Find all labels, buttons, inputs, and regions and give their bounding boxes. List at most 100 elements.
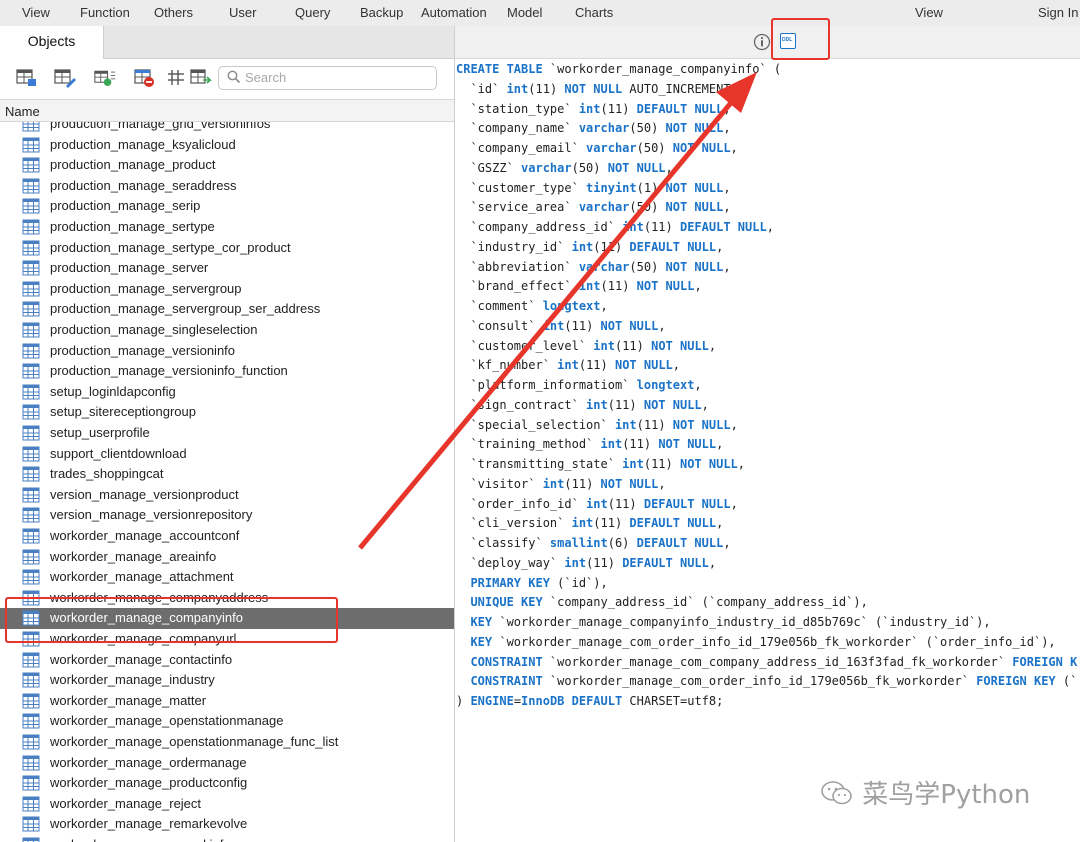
table-row[interactable]: production_manage_product xyxy=(0,155,454,176)
watermark: 菜鸟学Python xyxy=(820,774,1030,811)
menu-function[interactable]: Function xyxy=(80,5,130,20)
menu-view[interactable]: View xyxy=(22,5,50,20)
table-row[interactable]: production_manage_singleselection xyxy=(0,320,454,341)
sql-keyword: KEY xyxy=(456,634,500,649)
sql-text: , xyxy=(723,180,731,195)
grid-icon[interactable] xyxy=(166,68,188,88)
table-row[interactable]: workorder_manage_reject xyxy=(0,794,454,815)
sql-text: ) xyxy=(456,694,471,708)
tab-objects[interactable]: Objects xyxy=(0,26,104,59)
table-icon xyxy=(22,446,40,462)
table-row[interactable]: workorder_manage_openstationmanage_func_… xyxy=(0,732,454,753)
ddl-line: `visitor` int(11) NOT NULL, xyxy=(456,475,666,495)
table-row[interactable]: production_manage_sertype_cor_product xyxy=(0,238,454,259)
sql-text: , xyxy=(723,121,731,136)
table-row[interactable]: workorder_manage_ordermanage xyxy=(0,753,454,774)
table-icon xyxy=(22,693,40,709)
sql-keyword: int xyxy=(564,555,587,570)
ddl-line: `classify` smallint(6) DEFAULT NULL, xyxy=(456,534,730,554)
menu-user[interactable]: User xyxy=(229,5,256,20)
table-row[interactable]: workorder_manage_accountconf xyxy=(0,526,454,547)
table-row[interactable]: production_manage_servergroup_ser_addres… xyxy=(0,299,454,320)
table-row[interactable]: workorder_manage_remarkinfo xyxy=(0,835,454,842)
wechat-icon xyxy=(821,781,852,805)
menu-backup[interactable]: Backup xyxy=(360,5,403,20)
sql-text: , xyxy=(694,378,702,392)
delete-table-icon[interactable] xyxy=(134,68,156,88)
sql-text: , xyxy=(708,338,717,353)
new-table-icon[interactable] xyxy=(94,68,116,88)
sql-text: , xyxy=(730,496,738,511)
table-row[interactable]: production_manage_serip xyxy=(0,196,454,217)
table-row[interactable]: workorder_manage_attachment xyxy=(0,567,454,588)
table-row[interactable]: production_manage_ksyalicloud xyxy=(0,135,454,156)
table-row[interactable]: workorder_manage_remarkevolve xyxy=(0,814,454,835)
info-icon[interactable] xyxy=(753,33,771,51)
table-row[interactable]: setup_userprofile xyxy=(0,423,454,444)
sql-keyword: NOT NULL xyxy=(665,200,724,215)
menu-charts[interactable]: Charts xyxy=(575,5,613,20)
table-icon xyxy=(22,837,40,842)
table-row[interactable]: workorder_manage_contactinfo xyxy=(0,650,454,671)
ddl-line: `training_method` int(11) NOT NULL, xyxy=(456,435,723,455)
name-column-header[interactable]: Name xyxy=(0,99,454,122)
menu-model[interactable]: Model xyxy=(507,5,542,20)
table-row[interactable]: production_manage_versioninfo xyxy=(0,341,454,362)
table-row[interactable]: setup_loginldapconfig xyxy=(0,382,454,403)
sql-text: `service_area` xyxy=(456,200,579,215)
table-row[interactable]: production_manage_grid_versioninfos xyxy=(0,122,454,135)
sql-text: `deploy_way` xyxy=(456,555,565,570)
object-toolbar: Search xyxy=(0,59,454,99)
menu-view-right[interactable]: View xyxy=(915,5,943,20)
sql-keyword: varchar xyxy=(586,141,637,155)
sql-text: (11) xyxy=(643,220,680,234)
import-wizard-icon[interactable] xyxy=(190,68,212,88)
table-row[interactable]: workorder_manage_areainfo xyxy=(0,547,454,568)
search-placeholder: Search xyxy=(245,70,287,85)
sql-keyword: tinyint xyxy=(586,180,637,195)
menu-others[interactable]: Others xyxy=(154,5,193,20)
sql-text: `classify` xyxy=(456,536,550,550)
sql-text: `company_address_id` xyxy=(456,220,623,234)
open-table-icon[interactable] xyxy=(16,68,38,88)
menu-sign-in[interactable]: Sign In xyxy=(1038,5,1078,20)
ddl-line: `order_info_id` int(11) DEFAULT NULL, xyxy=(456,495,738,515)
ddl-line: `company_email` varchar(50) NOT NULL, xyxy=(456,139,737,159)
table-row[interactable]: workorder_manage_productconfig xyxy=(0,773,454,794)
design-table-icon[interactable] xyxy=(54,68,76,88)
sql-text: , xyxy=(737,457,746,471)
search-icon xyxy=(227,70,241,84)
sql-text: , xyxy=(701,397,709,412)
table-row[interactable]: production_manage_sertype xyxy=(0,217,454,238)
ddl-line: `kf_number` int(11) NOT NULL, xyxy=(456,356,680,376)
sql-text: (11) xyxy=(600,101,637,116)
table-name: production_manage_ksyalicloud xyxy=(50,136,236,152)
menu-automation[interactable]: Automation xyxy=(421,5,487,20)
table-row[interactable]: production_manage_seraddress xyxy=(0,176,454,197)
sql-keyword: FOREIGN K xyxy=(1012,654,1078,669)
table-row[interactable]: version_manage_versionproduct xyxy=(0,485,454,506)
sql-text: `consult` xyxy=(456,318,543,333)
table-row[interactable]: trades_shoppingcat xyxy=(0,464,454,485)
table-name: workorder_manage_remarkinfo xyxy=(50,837,231,842)
table-icon xyxy=(22,507,40,523)
table-row[interactable]: version_manage_versionrepository xyxy=(0,505,454,526)
table-row[interactable]: setup_sitereceptiongroup xyxy=(0,402,454,423)
table-row[interactable]: support_clientdownload xyxy=(0,444,454,465)
sql-text: , xyxy=(658,476,666,491)
table-row[interactable]: production_manage_servergroup xyxy=(0,279,454,300)
table-row[interactable]: production_manage_versioninfo_function xyxy=(0,361,454,382)
sql-text: (11) xyxy=(586,555,623,570)
sql-text: (11) xyxy=(636,417,673,432)
table-row[interactable]: production_manage_server xyxy=(0,258,454,279)
sql-keyword: int xyxy=(571,239,594,254)
menu-query[interactable]: Query xyxy=(295,5,330,20)
search-input[interactable]: Search xyxy=(218,66,437,90)
sql-text: (`id`), xyxy=(557,575,608,590)
objects-tabbar: Objects xyxy=(0,26,454,59)
table-row[interactable]: workorder_manage_openstationmanage xyxy=(0,711,454,732)
table-row[interactable]: workorder_manage_industry xyxy=(0,670,454,691)
sql-keyword: int xyxy=(593,338,615,353)
table-row[interactable]: workorder_manage_matter xyxy=(0,691,454,712)
sql-text: `kf_number` xyxy=(456,358,558,373)
